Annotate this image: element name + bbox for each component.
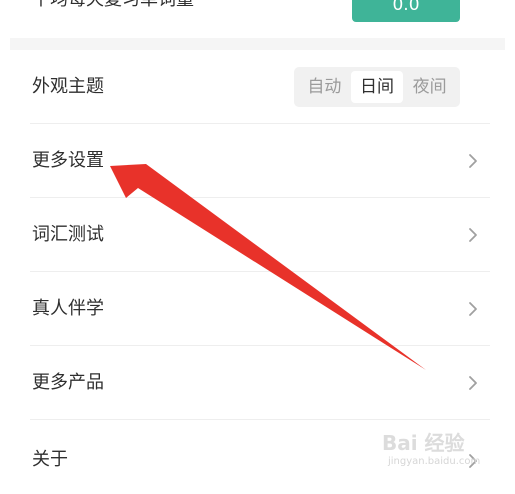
theme-row: 外观主题 自动 日间 夜间 bbox=[30, 50, 490, 124]
daily-review-value[interactable]: 0.0 bbox=[352, 0, 460, 22]
chevron-right-icon bbox=[469, 228, 477, 242]
more-products-row[interactable]: 更多产品 bbox=[30, 346, 490, 420]
theme-option-day[interactable]: 日间 bbox=[350, 71, 404, 103]
theme-option-auto[interactable]: 自动 bbox=[298, 71, 351, 103]
theme-label: 外观主题 bbox=[32, 76, 104, 97]
more-settings-label: 更多设置 bbox=[32, 150, 104, 171]
vocabulary-test-label: 词汇测试 bbox=[32, 224, 104, 245]
baidu-jingyan-watermark: Bai 经验 jingyan.baidu.com bbox=[380, 430, 490, 470]
theme-segmented-control: 自动 日间 夜间 bbox=[294, 67, 460, 107]
chevron-right-icon bbox=[469, 376, 477, 390]
chevron-right-icon bbox=[469, 154, 477, 168]
chevron-right-icon bbox=[469, 302, 477, 316]
more-settings-row[interactable]: 更多设置 bbox=[30, 124, 490, 198]
watermark-url: jingyan.baidu.com bbox=[388, 456, 481, 467]
about-label: 关于 bbox=[32, 449, 68, 470]
study-companion-row[interactable]: 真人伴学 bbox=[30, 272, 490, 346]
more-products-label: 更多产品 bbox=[32, 372, 104, 393]
study-companion-label: 真人伴学 bbox=[32, 298, 104, 319]
vocabulary-test-row[interactable]: 词汇测试 bbox=[30, 198, 490, 272]
daily-review-label: 平均每天复习单词量 bbox=[32, 0, 194, 12]
watermark-logo: Bai 经验 bbox=[382, 431, 465, 455]
section-divider bbox=[10, 38, 505, 50]
daily-review-row: 平均每天复习单词量 0.0 bbox=[0, 0, 515, 36]
theme-option-night[interactable]: 夜间 bbox=[403, 71, 456, 103]
